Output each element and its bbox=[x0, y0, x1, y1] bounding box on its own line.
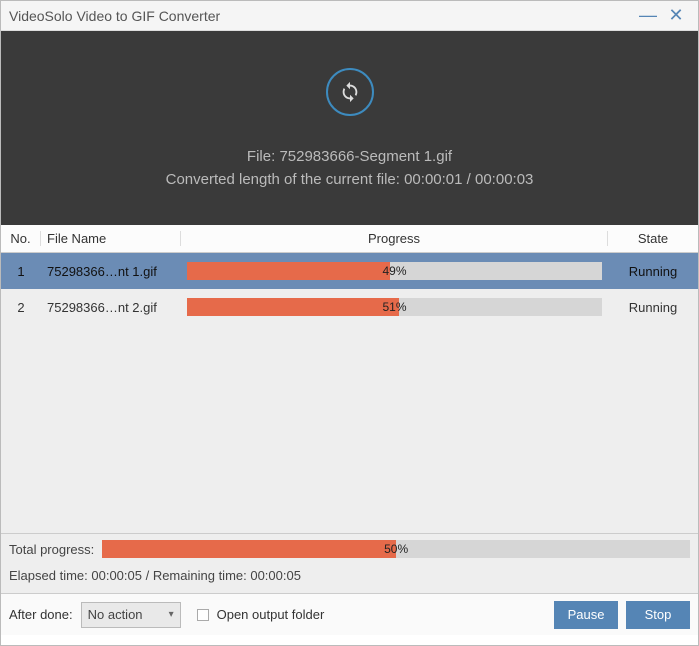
cell-state: Running bbox=[608, 264, 698, 279]
preview-file-line: File: 752983666-Segment 1.gif bbox=[247, 148, 452, 165]
preview-length-total: 00:00:03 bbox=[475, 171, 533, 188]
preview-length-label: Converted length of the current file: bbox=[166, 171, 400, 188]
cell-state: Running bbox=[608, 300, 698, 315]
cell-name: 75298366…nt 1.gif bbox=[41, 264, 181, 279]
open-output-checkbox[interactable] bbox=[197, 609, 209, 621]
after-done-label: After done: bbox=[9, 607, 73, 622]
summary-pane: Total progress: 50% Elapsed time: 00:00:… bbox=[1, 533, 698, 593]
stop-button[interactable]: Stop bbox=[626, 601, 690, 629]
preview-file-name: 752983666-Segment 1.gif bbox=[279, 148, 452, 165]
cell-name: 75298366…nt 2.gif bbox=[41, 300, 181, 315]
table-header: No. File Name Progress State bbox=[1, 225, 698, 253]
open-output-label[interactable]: Open output folder bbox=[217, 607, 325, 622]
total-progress-bar: 50% bbox=[102, 540, 690, 558]
after-done-select[interactable]: No action ▾ bbox=[81, 602, 181, 628]
preview-length-line: Converted length of the current file: 00… bbox=[166, 171, 534, 188]
footer: After done: No action ▾ Open output fold… bbox=[1, 593, 698, 635]
table-row[interactable]: 1 75298366…nt 1.gif 49% Running bbox=[1, 253, 698, 289]
titlebar: VideoSolo Video to GIF Converter — ✕ bbox=[1, 1, 698, 31]
table-body: 1 75298366…nt 1.gif 49% Running 2 752983… bbox=[1, 253, 698, 533]
progress-fill bbox=[187, 298, 399, 316]
progress-bar: 51% bbox=[187, 298, 602, 316]
col-header-state[interactable]: State bbox=[608, 231, 698, 246]
cell-progress: 49% bbox=[181, 262, 608, 280]
progress-bar: 49% bbox=[187, 262, 602, 280]
table-row[interactable]: 2 75298366…nt 2.gif 51% Running bbox=[1, 289, 698, 325]
time-line: Elapsed time: 00:00:05 / Remaining time:… bbox=[9, 568, 690, 583]
minimize-icon[interactable]: — bbox=[634, 5, 662, 26]
progress-percent: 49% bbox=[382, 262, 406, 280]
cell-no: 2 bbox=[1, 300, 41, 315]
col-header-progress[interactable]: Progress bbox=[181, 231, 608, 246]
preview-file-label: File: bbox=[247, 148, 275, 165]
preview-length-current: 00:00:01 bbox=[404, 171, 462, 188]
after-done-value: No action bbox=[88, 607, 143, 622]
progress-fill bbox=[187, 262, 390, 280]
close-icon[interactable]: ✕ bbox=[662, 5, 690, 26]
total-progress-percent: 50% bbox=[384, 540, 408, 558]
cell-progress: 51% bbox=[181, 298, 608, 316]
cell-no: 1 bbox=[1, 264, 41, 279]
progress-percent: 51% bbox=[382, 298, 406, 316]
slash: / bbox=[467, 171, 475, 188]
total-progress-fill bbox=[102, 540, 396, 558]
refresh-icon bbox=[326, 68, 374, 116]
pause-button[interactable]: Pause bbox=[554, 601, 618, 629]
preview-pane: File: 752983666-Segment 1.gif Converted … bbox=[1, 31, 698, 225]
col-header-name[interactable]: File Name bbox=[41, 231, 181, 246]
window-title: VideoSolo Video to GIF Converter bbox=[9, 8, 634, 24]
chevron-down-icon: ▾ bbox=[169, 609, 174, 620]
total-progress-line: Total progress: 50% bbox=[9, 540, 690, 558]
col-header-no[interactable]: No. bbox=[1, 231, 41, 246]
total-progress-label: Total progress: bbox=[9, 542, 94, 557]
